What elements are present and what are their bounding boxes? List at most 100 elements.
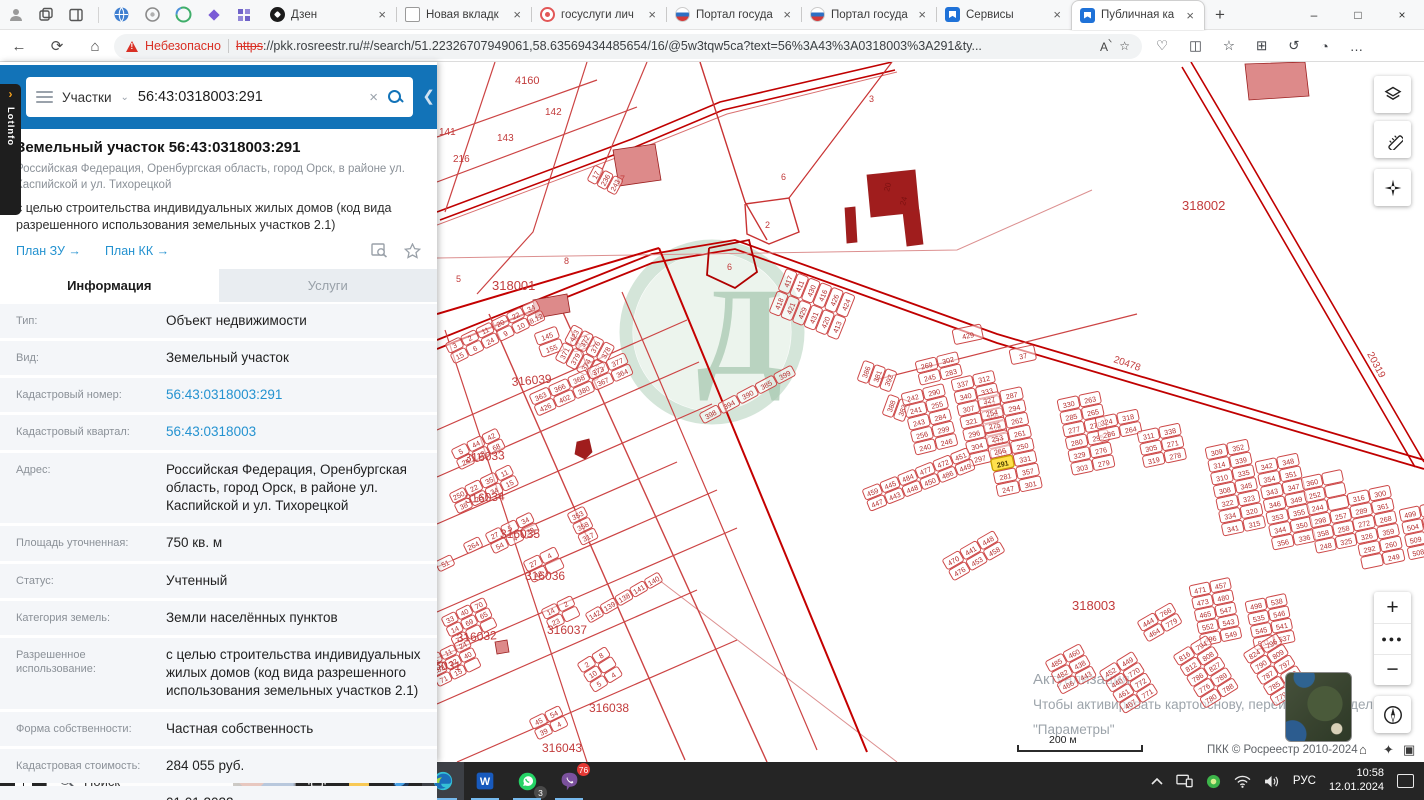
word-app-icon[interactable]: W [464,762,506,800]
map-label-142: 142 [545,107,562,118]
browser-tab-2[interactable]: Новая вкладк × [397,0,531,30]
search-category-dropdown[interactable]: Участки [62,90,112,105]
notification-center-icon[interactable] [1397,774,1414,788]
search-icon[interactable] [387,89,403,105]
clear-search-icon[interactable]: × [369,89,378,106]
tab-close-icon[interactable]: × [376,7,388,22]
extension-grid-icon[interactable] [236,7,252,23]
nav-right-icons: ♡ ◫ ☆ ⊞ ↺ ◔ … [1156,38,1363,54]
parcel-cluster: 142139138141140 [585,572,663,623]
parcel-cluster: 429 [951,323,984,345]
close-button[interactable]: × [1380,0,1424,30]
panel-collapse-chevron[interactable]: ❮ [422,87,435,105]
volume-icon[interactable] [1264,775,1280,788]
tab-close-icon[interactable]: × [1051,7,1063,22]
preview-document-icon[interactable] [371,243,388,258]
chevron-down-icon[interactable]: ⌄ [121,92,129,103]
tab-close-icon[interactable]: × [511,7,523,22]
tab-close-icon[interactable]: × [646,7,658,22]
attribute-value: 01.01.2022 [166,794,234,800]
security-warning-label[interactable]: Небезопасно [145,39,221,53]
zoom-out-button[interactable]: − [1374,654,1411,685]
browser-tab-7[interactable]: Публичная ка × [1071,0,1205,30]
browser-tab-3[interactable]: госуслуги лич × [532,0,666,30]
extension-globe-icon[interactable] [113,6,130,23]
maximize-button[interactable]: □ [1336,0,1380,30]
refresh-button[interactable]: ⟳ [38,37,76,55]
browser-tab-6[interactable]: Сервисы × [937,0,1071,30]
tray-expand-chevron[interactable] [1151,777,1163,785]
browser-essentials-icon[interactable]: ♡ [1156,38,1168,54]
clock[interactable]: 10:58 12.01.2024 [1329,767,1384,795]
settings-more-icon[interactable]: … [1350,39,1364,54]
cadastral-map[interactable]: ДАктуализация ...Чтобы активировать карт… [437,62,1424,762]
map-scale-label: 200 м [1049,734,1077,746]
attribute-value[interactable]: 56:43:0318003 [166,423,256,441]
zoom-level-menu[interactable]: ●●● [1374,623,1411,654]
map-label-6: 6 [727,262,732,272]
compass-button[interactable] [1374,696,1411,733]
tab-information[interactable]: Информация [0,268,219,302]
extension-circle-icon[interactable] [144,6,161,23]
minimize-button[interactable]: – [1292,0,1336,30]
read-aloud-icon[interactable]: Aᐠ [1100,38,1112,54]
map-label-316043: 316043 [542,741,582,755]
viber-badge: 76 [577,763,590,776]
plan-zu-link[interactable]: План ЗУ → [16,244,81,258]
divider [227,39,229,53]
workspaces-icon[interactable] [38,7,54,23]
tab-services[interactable]: Услуги [218,268,437,302]
lotinfo-side-tab[interactable]: › LotInfo [0,84,21,215]
search-band: Участки ⌄ × ❮ [0,65,437,129]
viber-icon[interactable]: 76 [548,762,590,800]
favorites-icon[interactable]: ☆ [1223,38,1235,54]
connected-devices-icon[interactable] [1176,774,1193,788]
tab-close-icon[interactable]: × [781,7,793,22]
clock-date: 12.01.2024 [1328,781,1384,793]
url-text[interactable]: https://pkk.rosreestr.ru/#/search/51.223… [236,39,1093,53]
locate-button[interactable] [1374,169,1411,206]
search-input[interactable] [137,89,361,105]
favorite-star-icon[interactable]: ☆ [1119,39,1130,53]
map-home-icon[interactable]: ⌂ [1359,742,1367,757]
address-bar[interactable]: Небезопасно https://pkk.rosreestr.ru/#/s… [114,33,1142,59]
sidebar-icon[interactable] [68,7,84,23]
basemap-switcher-thumbnail[interactable] [1285,672,1352,742]
map-locate-icon[interactable]: ✦ [1383,742,1394,757]
attribute-value[interactable]: 56:43:0318003:291 [166,386,282,404]
parcel-cluster: 309 352314 339310 335308 345322 323334 320341 3… [1204,439,1266,537]
extension-diamond-icon[interactable] [206,7,222,23]
menu-icon[interactable] [36,88,53,106]
favorite-star-icon[interactable] [404,242,421,259]
split-screen-icon[interactable]: ◫ [1189,38,1202,54]
wifi-icon[interactable] [1234,775,1251,788]
tab-close-icon[interactable]: × [1184,8,1196,23]
extensions-sync-icon[interactable]: ◔ [1321,39,1329,54]
whatsapp-icon[interactable]: 3 [506,762,548,800]
zoom-in-button[interactable]: + [1374,592,1411,623]
browser-tab-5[interactable]: Портал госуда × [802,0,936,30]
back-button[interactable]: ← [0,38,38,55]
collections-icon[interactable]: ⊞ [1256,38,1267,54]
search-box[interactable]: Участки ⌄ × [26,77,413,117]
browser-tab-4[interactable]: Портал госуда × [667,0,801,30]
history-icon[interactable]: ↺ [1288,38,1299,54]
layers-button[interactable] [1374,76,1411,113]
tab-close-icon[interactable]: × [916,7,928,22]
antivirus-icon[interactable] [1206,774,1221,789]
keyboard-language[interactable]: РУС [1293,775,1316,787]
attribute-row-8: Категория земель: Земли населённых пункто… [0,600,437,635]
browser-tab-1[interactable]: Дзен × [262,0,396,30]
home-button[interactable]: ⌂ [76,38,114,55]
profile-icon[interactable] [8,7,24,23]
measure-ruler-button[interactable] [1374,121,1411,158]
map-fullscreen-icon[interactable]: ▣ [1403,742,1415,757]
attribute-row-5: Адрес: Российская Федерация, Оренбургская… [0,452,437,524]
map-building [902,209,924,247]
map-canvas[interactable]: ДАктуализация ...Чтобы активировать карт… [437,62,1424,762]
plan-kk-link[interactable]: План КК → [105,244,169,258]
attribute-label: Кадастровая стоимость: [16,759,141,772]
extension-color-icon[interactable] [175,6,192,23]
new-tab-button[interactable]: + [1205,5,1235,25]
cadastral-info-panel: Участки ⌄ × ❮ › LotInfo Земельный участо… [0,62,437,800]
